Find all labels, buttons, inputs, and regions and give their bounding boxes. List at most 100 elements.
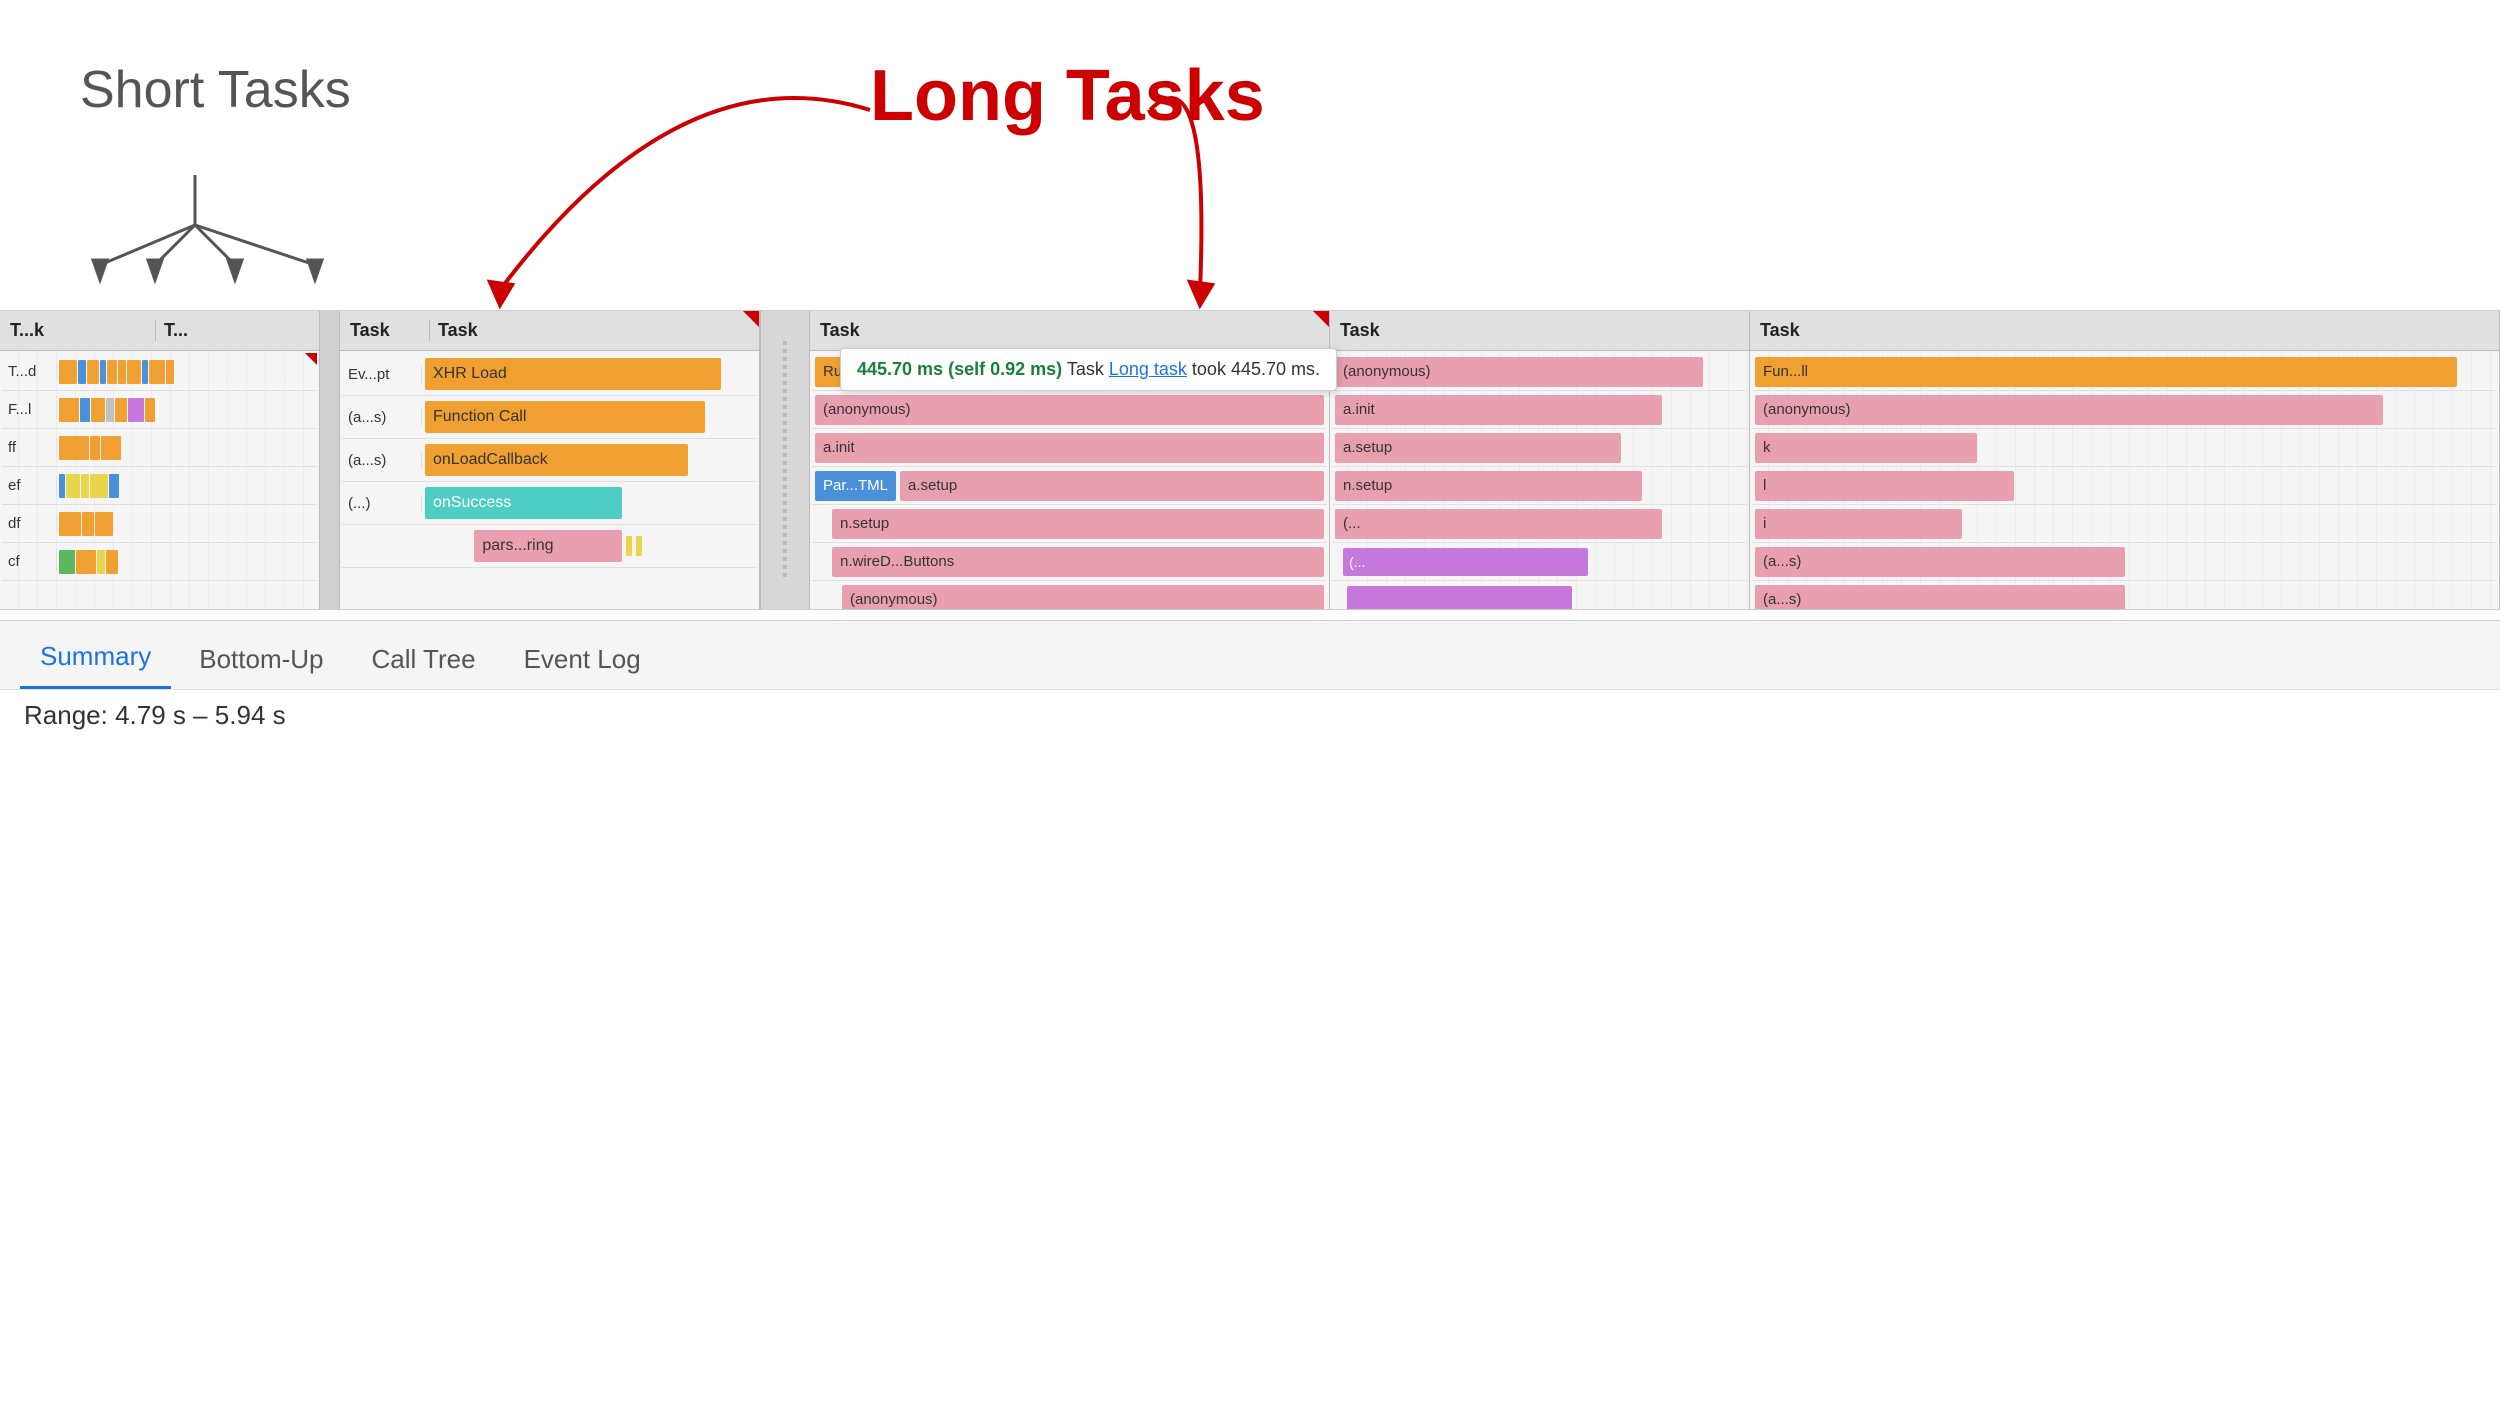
s3-header-label: Task bbox=[820, 320, 860, 341]
s1-row3-label: ff bbox=[2, 439, 57, 456]
s5-k: k bbox=[1755, 433, 1977, 463]
tooltip-text-after: took 445.70 ms. bbox=[1192, 359, 1320, 379]
short-tasks-section: T...k T... T...d bbox=[0, 311, 320, 609]
s4-task7 bbox=[1347, 586, 1572, 610]
anonymous-block-2: (anonymous) bbox=[842, 585, 1324, 610]
nwire-block: n.wireD...Buttons bbox=[832, 547, 1324, 577]
anonymous-block-1: (anonymous) bbox=[815, 395, 1324, 425]
s2-header: Task Task bbox=[340, 311, 759, 351]
s4-task6: (... bbox=[1343, 548, 1588, 576]
s4-header-label: Task bbox=[1340, 320, 1380, 341]
s4-body: (anonymous) a.init a.setup n.setup (... bbox=[1330, 351, 1749, 609]
s2-col1-header: Task bbox=[350, 320, 430, 341]
range-info: Range: 4.79 s – 5.94 s bbox=[24, 700, 286, 731]
divider-2 bbox=[760, 311, 810, 609]
s5-row1: Fun...ll bbox=[1752, 353, 2497, 391]
tab-call-tree[interactable]: Call Tree bbox=[352, 630, 496, 689]
s4-task4: n.setup bbox=[1335, 471, 1642, 501]
long-task-tooltip: 445.70 ms (self 0.92 ms) Task Long task … bbox=[840, 348, 1337, 391]
short-tasks-label: Short Tasks bbox=[80, 60, 351, 120]
s1-row6-bars bbox=[57, 543, 317, 580]
onload-callback-block: onLoadCallback bbox=[425, 444, 688, 476]
tab-event-log[interactable]: Event Log bbox=[504, 630, 661, 689]
s5-row4: l bbox=[1752, 467, 2497, 505]
s2-row3-task: onLoadCallback bbox=[422, 439, 757, 481]
s4-row2: a.init bbox=[1332, 391, 1747, 429]
s1-body: T...d F...l bbox=[0, 351, 319, 609]
s4-row3: a.setup bbox=[1332, 429, 1747, 467]
s2-row2-label: (a...s) bbox=[342, 409, 422, 426]
s2-body: Ev...pt XHR Load (a...s) Function Call (… bbox=[340, 351, 759, 609]
s4-row1: (anonymous) bbox=[1332, 353, 1747, 391]
s1-row5-bars bbox=[57, 505, 317, 542]
tab-summary[interactable]: Summary bbox=[20, 627, 171, 689]
s4-row7 bbox=[1332, 581, 1747, 609]
s1-row4-label: ef bbox=[2, 477, 57, 494]
s3-nsetup-row: n.setup bbox=[812, 506, 1327, 542]
long-tasks-label: Long Tasks bbox=[870, 55, 1265, 137]
s4-task1: (anonymous) bbox=[1335, 357, 1703, 387]
s4-row5: (... bbox=[1332, 505, 1747, 543]
on-success-block: onSuccess bbox=[425, 487, 622, 519]
s2-row2-task: Function Call bbox=[422, 396, 757, 438]
tooltip-long-task-link[interactable]: Long task bbox=[1109, 359, 1187, 379]
s5-l: l bbox=[1755, 471, 2014, 501]
s1-row2-bars bbox=[57, 391, 317, 428]
s5-row7: (a...s) bbox=[1752, 581, 2497, 609]
asetup-block: a.setup bbox=[900, 471, 1324, 501]
nsetup-block: n.setup bbox=[832, 509, 1324, 539]
s2-row1-label: Ev...pt bbox=[342, 366, 422, 383]
s2-col2-header: Task bbox=[430, 320, 749, 341]
funll-block: Fun...ll bbox=[1755, 357, 2457, 387]
s5-as2: (a...s) bbox=[1755, 585, 2125, 610]
s3-ainit-row: a.init bbox=[812, 430, 1327, 466]
s5-body: Fun...ll (anonymous) k l i (a...s) bbox=[1750, 351, 2499, 609]
s2-row1-task: XHR Load bbox=[422, 353, 757, 395]
s2-row4-label: (...) bbox=[342, 495, 422, 512]
s5-as1: (a...s) bbox=[1755, 547, 2125, 577]
s1-row5-label: df bbox=[2, 515, 57, 532]
s4-task3: a.setup bbox=[1335, 433, 1621, 463]
arrows-decoration bbox=[0, 0, 2500, 320]
s3-nwire-row: n.wireD...Buttons bbox=[812, 544, 1327, 580]
s3-partml-row: Par...TML a.setup bbox=[812, 468, 1327, 504]
right-section: Task Fun...ll (anonymous) k l i bbox=[1750, 311, 2500, 609]
s1-col1-header: T...k bbox=[10, 320, 155, 341]
long-tasks-middle-section: Task (anonymous) a.init a.setup n.setup … bbox=[1330, 311, 1750, 609]
s3-anon-row: (anonymous) bbox=[812, 392, 1327, 428]
s5-header-label: Task bbox=[1760, 320, 1800, 341]
tooltip-time-value: 445.70 ms (self 0.92 ms) bbox=[857, 359, 1062, 379]
medium-tasks-section: Task Task Ev...pt XHR Load (a...s) Funct… bbox=[340, 311, 760, 609]
s4-task5: (... bbox=[1335, 509, 1662, 539]
xhr-load-block: XHR Load bbox=[425, 358, 721, 390]
s3-header: Task bbox=[810, 311, 1329, 351]
s3-anon2-row: (anonymous) bbox=[812, 582, 1327, 610]
s1-col2-header: T... bbox=[155, 320, 309, 341]
s5-i: i bbox=[1755, 509, 1962, 539]
s5-row2: (anonymous) bbox=[1752, 391, 2497, 429]
s2-row4-task: onSuccess bbox=[422, 482, 757, 524]
tooltip-text-before: Task bbox=[1067, 359, 1109, 379]
s5-header: Task bbox=[1750, 311, 2499, 351]
s5-row6: (a...s) bbox=[1752, 543, 2497, 581]
s5-row5: i bbox=[1752, 505, 2497, 543]
s1-row1-label: T...d bbox=[2, 363, 57, 380]
s1-row2-label: F...l bbox=[2, 401, 57, 418]
s1-header: T...k T... bbox=[0, 311, 319, 351]
s2-row3-label: (a...s) bbox=[342, 452, 422, 469]
bottom-tabs-bar: Summary Bottom-Up Call Tree Event Log bbox=[0, 620, 2500, 690]
ainit-block: a.init bbox=[815, 433, 1324, 463]
s5-row3: k bbox=[1752, 429, 2497, 467]
function-call-block: Function Call bbox=[425, 401, 705, 433]
s4-task2: a.init bbox=[1335, 395, 1662, 425]
s4-row6: (... bbox=[1332, 543, 1747, 581]
s1-row3-bars bbox=[57, 429, 317, 466]
s1-row1-bars bbox=[57, 353, 317, 390]
s4-header: Task bbox=[1330, 311, 1749, 351]
s1-row4-bars bbox=[57, 467, 317, 504]
s5-anon1: (anonymous) bbox=[1755, 395, 2383, 425]
divider-1 bbox=[320, 311, 340, 609]
s4-row4: n.setup bbox=[1332, 467, 1747, 505]
tab-bottom-up[interactable]: Bottom-Up bbox=[179, 630, 343, 689]
pars-ring-block: pars...ring bbox=[474, 530, 622, 562]
